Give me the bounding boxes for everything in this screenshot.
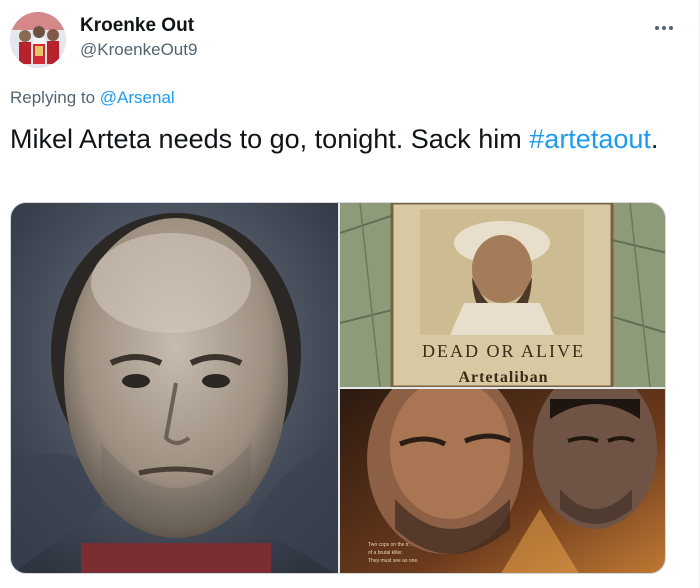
tweet-text-main: Mikel Arteta needs to go, tonight. Sack … — [10, 124, 530, 154]
display-name[interactable]: Kroenke Out — [80, 15, 194, 37]
hashtag-link[interactable]: #artetaout — [529, 124, 651, 154]
replying-to: Replying to @Arsenal — [10, 88, 175, 108]
replying-prefix: Replying to — [10, 88, 100, 107]
photo-movie-poster[interactable]: Two cops on the tr... of a brutal killer… — [340, 389, 665, 573]
tweet-text: Mikel Arteta needs to go, tonight. Sack … — [10, 122, 670, 156]
tweet-text-end: . — [650, 124, 659, 154]
reply-mention-link[interactable]: @Arsenal — [100, 88, 175, 107]
more-horizontal-icon[interactable] — [653, 20, 675, 36]
tweet-card[interactable]: Kroenke Out @KroenkeOut9 Replying to @Ar… — [0, 0, 700, 588]
poster-name: Artetaliban — [458, 369, 549, 386]
avatar[interactable] — [10, 12, 66, 68]
movie-caption-line-1: Two cops on the tr... — [368, 542, 413, 548]
user-handle[interactable]: @KroenkeOut9 — [80, 40, 197, 60]
media-grid: DEAD OR ALIVE Artetaliban Two cops on th… — [10, 202, 666, 574]
movie-caption-line-3: They must see as one. — [368, 558, 419, 564]
poster-dead-or-alive: DEAD OR ALIVE — [422, 341, 585, 361]
photo-portrait[interactable] — [11, 203, 338, 573]
photo-wanted-poster[interactable]: DEAD OR ALIVE Artetaliban — [340, 203, 665, 387]
movie-caption: Two cops on the tr... of a brutal killer… — [368, 541, 438, 565]
movie-caption-line-2: of a brutal killer. — [368, 550, 404, 556]
